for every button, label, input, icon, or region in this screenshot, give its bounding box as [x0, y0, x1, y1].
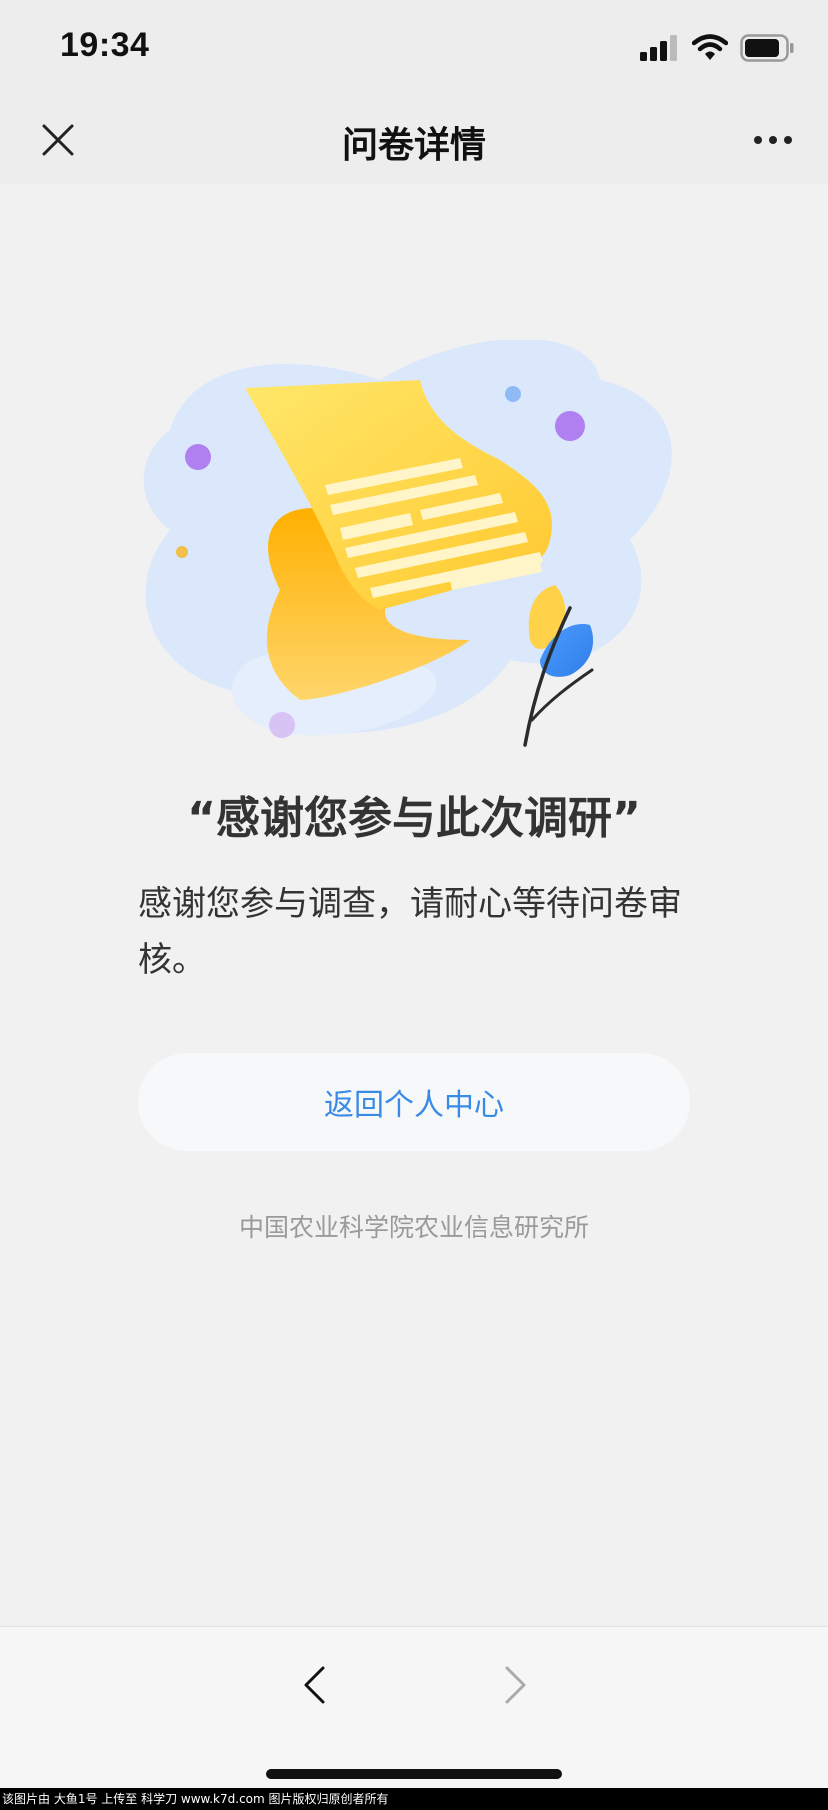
more-icon[interactable] — [748, 118, 798, 162]
survey-scroll-illustration — [130, 338, 690, 760]
chevron-left-icon[interactable] — [290, 1657, 338, 1713]
page-title: 问卷详情 — [341, 125, 486, 166]
organization-text: 中国农业科学院农业信息研究所 — [238, 1213, 589, 1242]
status-time: 19:34 — [60, 26, 150, 64]
back-to-profile-button[interactable]: 返回个人中心 — [138, 1053, 690, 1151]
status-icons — [640, 34, 794, 66]
bottom-toolbar — [0, 1626, 828, 1789]
thanks-title: “感谢您参与此次调研” — [187, 793, 641, 844]
wifi-icon — [691, 34, 729, 66]
chevron-right-icon[interactable] — [492, 1657, 540, 1713]
cellular-signal-icon — [640, 35, 680, 65]
screen: 19:34 问卷详情 “感谢您参与此次调研” 感谢您参与调查，请耐心等待问卷审核… — [0, 0, 828, 1810]
home-indicator[interactable] — [266, 1769, 562, 1779]
battery-icon — [740, 34, 794, 66]
watermark-text: 该图片由 大鱼1号 上传至 科学刀 www.k7d.com 图片版权归原创者所有 — [0, 1788, 828, 1810]
status-bar: 19:34 — [0, 0, 828, 96]
thanks-description: 感谢您参与调查，请耐心等待问卷审核。 — [138, 884, 682, 980]
nav-bar: 问卷详情 — [0, 96, 828, 184]
